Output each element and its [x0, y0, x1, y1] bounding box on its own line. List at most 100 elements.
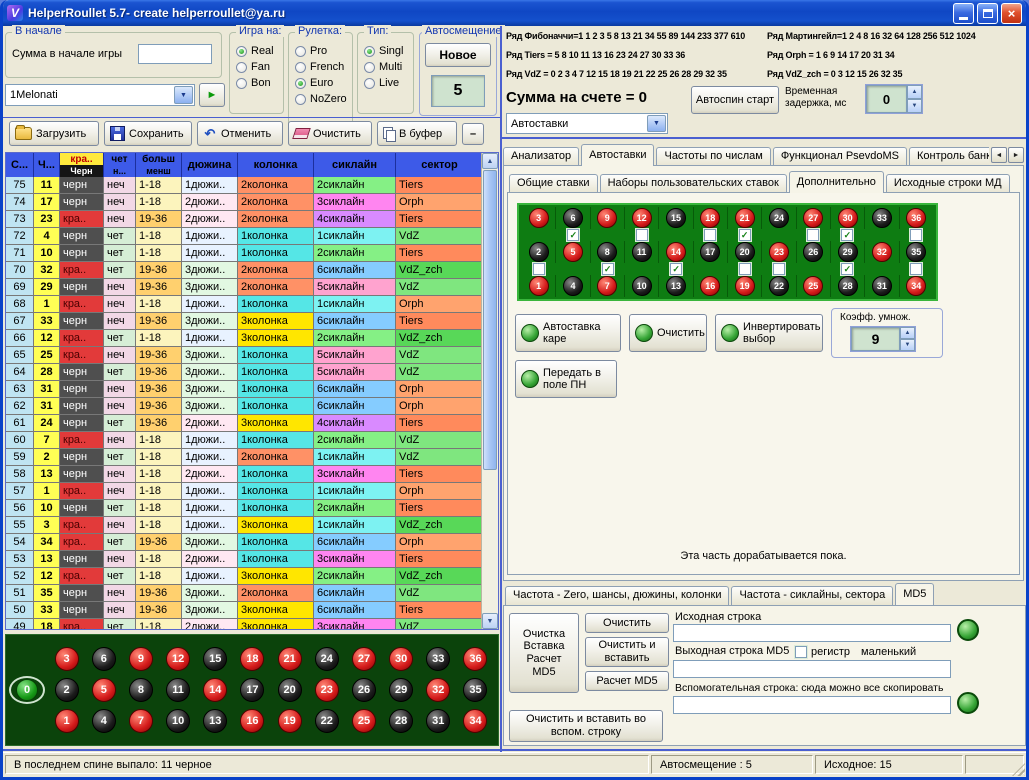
spin-up-icon[interactable]: ▲ — [907, 85, 922, 99]
mini-board-number[interactable]: 30 — [838, 208, 858, 228]
mini-board-number[interactable]: 27 — [803, 208, 823, 228]
mini-board-number[interactable]: 3 — [529, 208, 549, 228]
mini-board-number[interactable]: 9 — [597, 208, 617, 228]
mini-board-number[interactable]: 5 — [563, 242, 583, 262]
mini-board-number[interactable]: 10 — [632, 276, 652, 296]
table-row[interactable]: 5434кра..чет19-363дюжи..1колонка6сиклайн… — [6, 534, 498, 551]
board-number[interactable]: 31 — [426, 709, 450, 733]
mini-board-number[interactable]: 1 — [529, 276, 549, 296]
board-number[interactable]: 14 — [203, 678, 227, 702]
mini-board-number[interactable]: 11 — [632, 242, 652, 262]
tab-scroll-left-icon[interactable]: ◄ — [991, 147, 1007, 163]
bet-checkbox[interactable] — [841, 263, 853, 275]
table-row[interactable]: 7323кра..неч19-362дюжи..2колонка4сиклайн… — [6, 211, 498, 228]
invert-selection-button[interactable]: Инвертировать выбор — [715, 314, 823, 352]
mini-board-number[interactable]: 21 — [735, 208, 755, 228]
radio-multi[interactable]: Multi — [364, 61, 413, 73]
mini-board-number[interactable]: 20 — [735, 242, 755, 262]
bet-checkbox[interactable] — [533, 263, 545, 275]
radio-euro[interactable]: Euro — [295, 77, 352, 89]
table-row[interactable]: 5313черннеч1-182дюжи..1колонка3сиклайнTi… — [6, 551, 498, 568]
mini-board-number[interactable]: 22 — [769, 276, 789, 296]
table-scrollbar[interactable]: ▲ ▼ — [481, 153, 498, 629]
mini-board-number[interactable]: 33 — [872, 208, 892, 228]
board-number[interactable]: 11 — [166, 678, 190, 702]
board-number[interactable]: 18 — [240, 647, 264, 671]
minimize-button[interactable] — [953, 3, 974, 24]
md5-output-input[interactable] — [673, 660, 951, 678]
table-header-cell[interactable]: С... — [6, 153, 34, 177]
table-header-cell[interactable]: четн... — [104, 153, 136, 177]
scrollbar-thumb[interactable] — [483, 170, 497, 470]
bet-checkbox[interactable] — [636, 229, 648, 241]
table-header-cell[interactable]: сектор — [396, 153, 484, 177]
table-row[interactable]: 6525кра..неч19-363дюжи..1колонка5сиклайн… — [6, 347, 498, 364]
mini-board-number[interactable]: 7 — [597, 276, 617, 296]
mini-board-number[interactable]: 36 — [906, 208, 926, 228]
table-row[interactable]: 7511черннеч1-181дюжи..2колонка2сиклайнTi… — [6, 177, 498, 194]
board-number[interactable]: 27 — [352, 647, 376, 671]
mini-board-number[interactable]: 18 — [700, 208, 720, 228]
title-bar[interactable]: V HelperRoullet 5.7- create helperroulle… — [3, 0, 1026, 26]
main-tab-4[interactable]: Контроль банкрол — [909, 147, 989, 166]
md5-aux-input[interactable] — [673, 696, 951, 714]
mini-board-number[interactable]: 19 — [735, 276, 755, 296]
bet-checkbox[interactable] — [670, 263, 682, 275]
board-number[interactable]: 10 — [166, 709, 190, 733]
mini-board-number[interactable]: 6 — [563, 208, 583, 228]
radio-singl[interactable]: Singl — [364, 45, 413, 57]
md5-source-input[interactable] — [673, 624, 951, 642]
table-header-cell[interactable]: сиклайн — [314, 153, 396, 177]
table-row[interactable]: 5033черннеч19-363дюжи..3колонка6сиклайнT… — [6, 602, 498, 619]
table-row[interactable]: 592чернчет1-181дюжи..2колонка1сиклайнVdZ — [6, 449, 498, 466]
main-tab-0[interactable]: Анализатор — [503, 147, 579, 166]
board-number[interactable]: 13 — [203, 709, 227, 733]
transfer-to-pn-button[interactable]: Передать в поле ПН — [515, 360, 617, 398]
board-number[interactable]: 32 — [426, 678, 450, 702]
main-tab-2[interactable]: Частоты по числам — [656, 147, 770, 166]
md5-calc-button[interactable]: Расчет MD5 — [585, 671, 669, 691]
sub-tab-3[interactable]: Исходные строки МД — [886, 174, 1010, 193]
bet-checkbox[interactable] — [739, 263, 751, 275]
mini-board-number[interactable]: 15 — [666, 208, 686, 228]
board-number[interactable]: 29 — [389, 678, 413, 702]
table-row[interactable]: 5813черннеч1-182дюжи..1колонка3сиклайнTi… — [6, 466, 498, 483]
board-number[interactable]: 23 — [315, 678, 339, 702]
table-row[interactable]: 7417черннеч1-182дюжи..2колонка3сиклайнOr… — [6, 194, 498, 211]
table-row[interactable]: 5135черннеч19-363дюжи..2колонка6сиклайнV… — [6, 585, 498, 602]
board-number[interactable]: 8 — [129, 678, 153, 702]
chevron-down-icon[interactable]: ▼ — [647, 115, 666, 132]
board-number[interactable]: 33 — [426, 647, 450, 671]
mini-board-number[interactable]: 35 — [906, 242, 926, 262]
table-row[interactable]: 6929черннеч19-363дюжи..2колонка5сиклайнV… — [6, 279, 498, 296]
freq-tab-0[interactable]: Частота - Zero, шансы, дюжины, колонки — [505, 586, 729, 605]
mini-board-number[interactable]: 14 — [666, 242, 686, 262]
mini-board-number[interactable]: 12 — [632, 208, 652, 228]
board-number[interactable]: 6 — [92, 647, 116, 671]
clear-button[interactable]: Очистить — [288, 121, 372, 146]
bet-checkbox[interactable] — [841, 229, 853, 241]
copy-button[interactable]: В буфер — [377, 121, 457, 146]
maximize-button[interactable] — [977, 3, 998, 24]
board-number[interactable]: 34 — [463, 709, 487, 733]
table-header-cell[interactable]: большменш — [136, 153, 182, 177]
radio-french[interactable]: French — [295, 61, 352, 73]
board-number[interactable]: 15 — [203, 647, 227, 671]
board-number[interactable]: 28 — [389, 709, 413, 733]
board-number[interactable]: 22 — [315, 709, 339, 733]
mini-board-number[interactable]: 25 — [803, 276, 823, 296]
table-row[interactable]: 7032кра..чет19-363дюжи..2колонка6сиклайн… — [6, 262, 498, 279]
board-number[interactable]: 5 — [92, 678, 116, 702]
table-row[interactable]: 681кра..неч1-181дюжи..1колонка1сиклайнOr… — [6, 296, 498, 313]
md5-clear-paste-aux-button[interactable]: Очистить и вставить во вспом. строку — [509, 710, 663, 742]
new-autoshift-button[interactable]: Новое — [425, 43, 491, 67]
freq-tab-2[interactable]: MD5 — [895, 583, 934, 605]
collapse-button[interactable]: – — [462, 123, 484, 145]
sub-tab-0[interactable]: Общие ставки — [509, 174, 598, 193]
table-header-cell[interactable]: Ч... — [34, 153, 60, 177]
radio-real[interactable]: Real — [236, 45, 283, 57]
table-row[interactable]: 607кра..неч1-181дюжи..1колонка2сиклайнVd… — [6, 432, 498, 449]
delay-spinner[interactable]: ▲ ▼ — [907, 85, 922, 113]
board-number[interactable]: 3 — [55, 647, 79, 671]
bet-checkbox[interactable] — [807, 229, 819, 241]
